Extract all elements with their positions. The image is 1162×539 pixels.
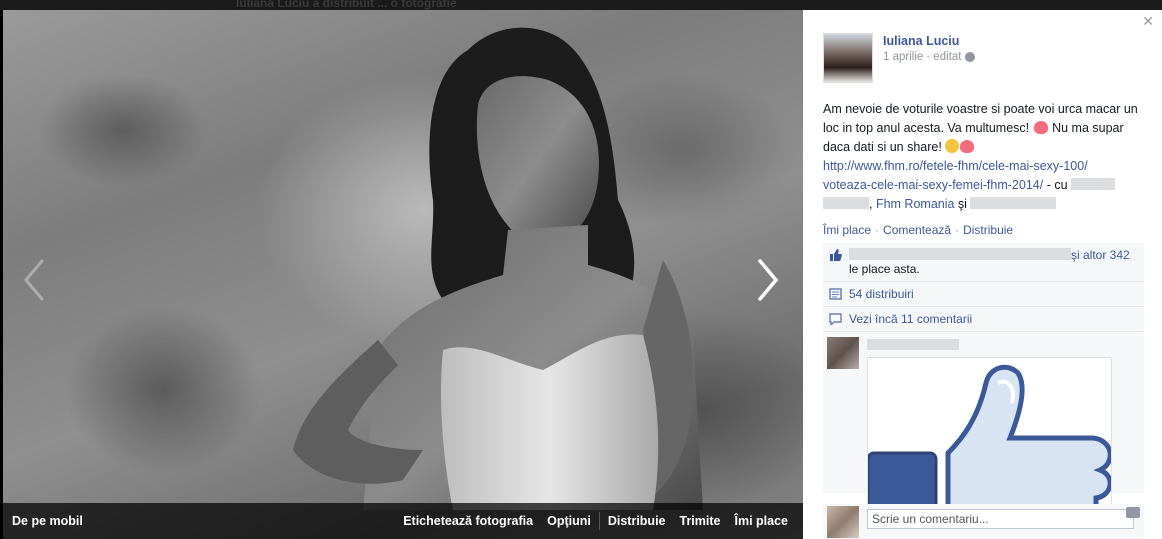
author-name[interactable]: Iuliana Luciu xyxy=(883,34,975,48)
feedback-section: şi altor 342 le place asta. 54 distribui… xyxy=(823,243,1144,507)
post-header: Iuliana Luciu 1 aprilie · editat xyxy=(823,33,976,83)
heart-icon xyxy=(1033,121,1048,134)
redacted-commenter-name[interactable] xyxy=(867,339,959,350)
divider xyxy=(598,512,600,530)
others-like-link[interactable]: şi altor 342 xyxy=(1071,248,1130,262)
redacted-name[interactable] xyxy=(970,197,1057,209)
chevron-left-icon xyxy=(24,259,44,301)
shares-row: 54 distribuiri xyxy=(823,282,1144,307)
likes-summary: şi altor 342 le place asta. xyxy=(823,243,1144,282)
close-icon[interactable]: ✕ xyxy=(1142,14,1154,28)
thumbs-up-icon xyxy=(830,249,842,261)
photo-subject xyxy=(293,27,703,510)
post-side-panel: ✕ Iuliana Luciu 1 aprilie · editat Am ne… xyxy=(803,10,1162,539)
background-title: Iuliana Luciu a distribuit ... o fotogra… xyxy=(236,0,457,10)
photo-action-bar: De pe mobil Etichetează fotografia Opţiu… xyxy=(0,503,803,539)
photo-stage: De pe mobil Etichetează fotografia Opţiu… xyxy=(0,10,803,539)
comment-action[interactable]: Comentează xyxy=(883,223,951,237)
heart-icon xyxy=(960,140,975,153)
current-user-avatar xyxy=(827,506,859,538)
camera-icon[interactable] xyxy=(1126,507,1140,518)
options-button[interactable]: Opţiuni xyxy=(547,514,591,528)
redacted-name[interactable] xyxy=(1071,178,1116,190)
comment-item xyxy=(823,333,1144,507)
post-actions: Îmi place · Comentează · Distribuie xyxy=(823,223,1014,237)
more-comments-row: Vezi încă 11 comentarii xyxy=(823,307,1144,332)
facebook-like-icon xyxy=(868,364,1111,506)
like-action[interactable]: Îmi place xyxy=(823,223,871,237)
share-icon xyxy=(829,288,842,300)
comment-icon xyxy=(829,313,842,325)
comma: , xyxy=(869,197,876,211)
post-body: Am nevoie de voturile voastre si poate v… xyxy=(823,100,1143,214)
share-action[interactable]: Distribuie xyxy=(963,223,1013,237)
previous-photo-button[interactable] xyxy=(20,255,50,305)
redacted-name[interactable] xyxy=(823,197,869,209)
globe-icon[interactable] xyxy=(965,52,976,62)
wink-emoji-icon xyxy=(945,139,960,153)
with-label: - cu xyxy=(1043,178,1072,192)
fhm-link-part-1[interactable]: http://www.fhm.ro/fetele-fhm/cele-mai-se… xyxy=(823,159,1088,173)
comment-input[interactable]: Scrie un comentariu... xyxy=(867,509,1134,529)
shares-link[interactable]: 54 distribuiri xyxy=(849,287,914,301)
comment-composer: Scrie un comentariu... xyxy=(823,504,1144,539)
next-photo-button[interactable] xyxy=(752,255,782,305)
tag-photo-button[interactable]: Etichetează fotografia xyxy=(403,514,533,528)
photo xyxy=(3,10,803,539)
fhm-link-part-2[interactable]: voteaza-cele-mai-sexy-femei-fhm-2014/ xyxy=(823,178,1043,192)
view-more-comments-link[interactable]: Vezi încă 11 comentarii xyxy=(849,312,972,326)
and-label: şi xyxy=(954,197,971,211)
mobile-upload-label: De pe mobil xyxy=(12,514,83,528)
commenter-avatar[interactable] xyxy=(827,337,859,369)
comment-image[interactable] xyxy=(867,357,1112,507)
fhm-romania-link[interactable]: Fhm Romania xyxy=(876,197,955,211)
edited-label[interactable]: · editat xyxy=(926,51,961,63)
post-date[interactable]: 1 aprilie xyxy=(883,51,923,63)
likes-text: le place asta. xyxy=(849,262,920,276)
chevron-right-icon xyxy=(758,259,779,301)
background-page: Iuliana Luciu a distribuit ... o fotogra… xyxy=(0,0,1162,10)
like-button[interactable]: Îmi place xyxy=(735,514,789,528)
author-avatar[interactable] xyxy=(823,33,873,83)
redacted-likers[interactable] xyxy=(849,248,1071,260)
share-button[interactable]: Distribuie xyxy=(608,514,666,528)
send-button[interactable]: Trimite xyxy=(680,514,721,528)
